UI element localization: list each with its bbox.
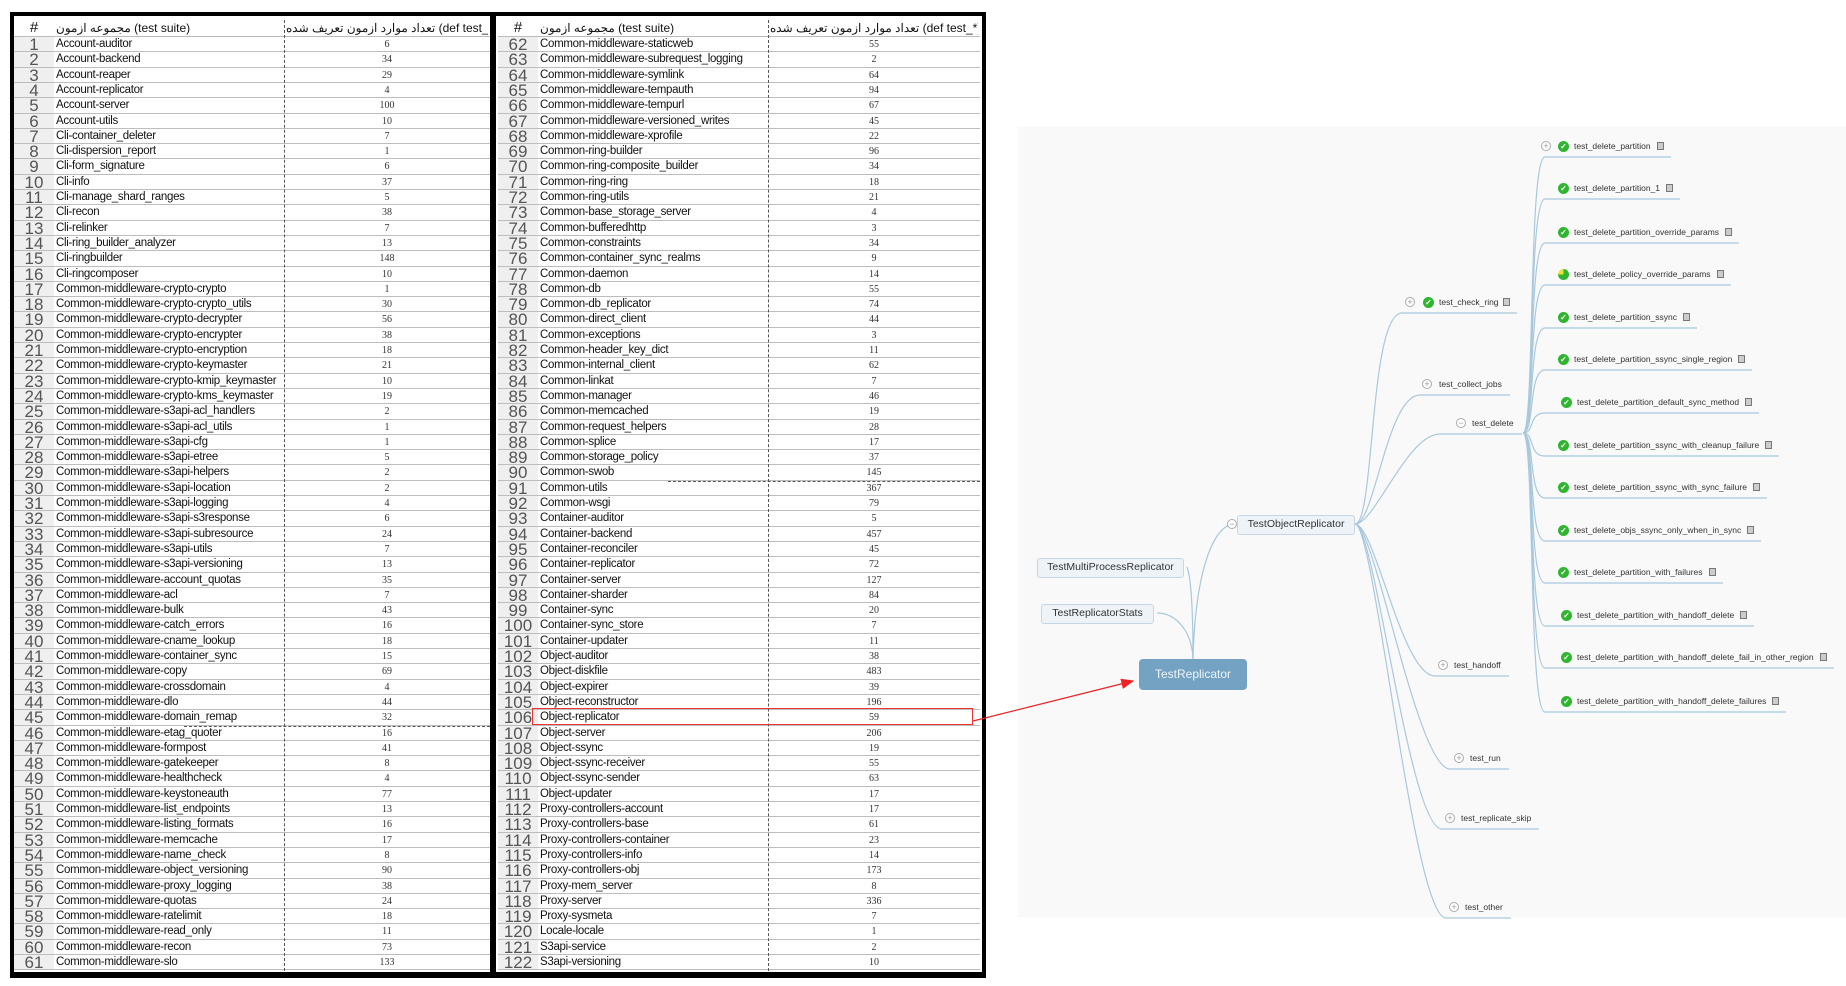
leaf-node[interactable]: test_delete_partition_ssync_single_regio… <box>1574 353 1732 365</box>
leaf-node[interactable]: test_delete_objs_ssync_only_when_in_sync <box>1574 524 1741 536</box>
expand-icon[interactable]: + <box>1454 753 1464 763</box>
edge <box>1186 566 1194 660</box>
edge <box>1354 312 1403 525</box>
check-icon: ✓ <box>1558 312 1569 323</box>
edge <box>1354 394 1421 525</box>
expand-icon[interactable]: + <box>1541 141 1551 151</box>
check-icon: ✓ <box>1558 227 1569 238</box>
leaf-node[interactable]: test_delete_partition <box>1574 140 1651 152</box>
check-icon: ✓ <box>1558 567 1569 578</box>
check-icon: ✓ <box>1558 141 1569 152</box>
child-node-test-run[interactable]: test_run <box>1470 752 1501 764</box>
leaf-node[interactable]: test_delete_policy_override_params <box>1574 268 1711 280</box>
edge <box>1354 523 1436 677</box>
check-icon: ✓ <box>1561 610 1572 621</box>
mindmap-edges <box>972 156 1834 919</box>
note-icon <box>1738 355 1745 363</box>
check-icon <box>1558 269 1569 280</box>
edge <box>1156 612 1194 660</box>
leaf-node[interactable]: test_delete_partition_ssync <box>1574 311 1677 323</box>
note-icon <box>1683 313 1690 321</box>
expand-icon[interactable]: + <box>1422 379 1432 389</box>
child-node-test-other[interactable]: test_other <box>1465 901 1503 913</box>
check-icon: ✓ <box>1561 652 1572 663</box>
annotation-arrow <box>972 678 1135 722</box>
edge <box>1354 523 1447 919</box>
edge <box>1522 327 1546 434</box>
leaf-node[interactable]: test_delete_partition_ssync_with_sync_fa… <box>1574 481 1747 493</box>
check-icon: ✓ <box>1561 696 1572 707</box>
note-icon <box>1772 697 1779 705</box>
note-icon <box>1747 526 1754 534</box>
check-icon: ✓ <box>1558 354 1569 365</box>
check-icon: ✓ <box>1558 440 1569 451</box>
expand-icon[interactable]: + <box>1438 660 1448 670</box>
note-icon <box>1765 441 1772 449</box>
edge <box>1354 523 1443 830</box>
note-icon <box>1717 270 1724 278</box>
expand-icon[interactable]: + <box>1449 902 1459 912</box>
check-icon: ✓ <box>1423 297 1434 308</box>
note-icon <box>1820 653 1827 661</box>
root-node-testreplicator[interactable]: TestReplicator <box>1139 659 1247 690</box>
note-icon <box>1709 568 1716 576</box>
child-node-test-collect-jobs[interactable]: test_collect_jobs <box>1439 378 1502 390</box>
check-icon: ✓ <box>1558 482 1569 493</box>
child-node-test-delete[interactable]: test_delete <box>1472 417 1514 429</box>
note-icon <box>1666 184 1673 192</box>
expand-icon[interactable]: − <box>1456 418 1466 428</box>
note-icon <box>1657 142 1664 150</box>
leaf-node[interactable]: test_delete_partition_1 <box>1574 182 1660 194</box>
check-icon: ✓ <box>1561 397 1572 408</box>
leaf-node[interactable]: test_delete_partition_with_handoff_delet… <box>1577 651 1814 663</box>
note-icon <box>1740 611 1747 619</box>
node-testreplicatorstats[interactable]: TestReplicatorStats <box>1041 604 1154 624</box>
collapse-icon[interactable]: − <box>1227 519 1237 529</box>
edge <box>1192 523 1233 660</box>
child-node-test-check-ring[interactable]: test_check_ring <box>1439 296 1499 308</box>
note-icon <box>1753 483 1760 491</box>
child-node-test-replicate-skip[interactable]: test_replicate_skip <box>1461 812 1531 824</box>
expand-icon[interactable]: + <box>1445 813 1455 823</box>
leaf-node[interactable]: test_delete_partition_override_params <box>1574 226 1719 238</box>
expand-icon[interactable]: + <box>1405 297 1415 307</box>
leaf-node[interactable]: test_delete_partition_default_sync_metho… <box>1577 396 1739 408</box>
node-testmultiprocessreplicator[interactable]: TestMultiProcessReplicator <box>1037 558 1184 578</box>
note-icon <box>1725 228 1732 236</box>
note-icon <box>1503 298 1510 306</box>
leaf-node[interactable]: test_delete_partition_with_handoff_delet… <box>1577 695 1766 707</box>
node-testobjectreplicator[interactable]: TestObjectReplicator <box>1237 515 1355 535</box>
child-node-test-handoff[interactable]: test_handoff <box>1454 659 1501 671</box>
check-icon: ✓ <box>1558 183 1569 194</box>
check-icon: ✓ <box>1558 525 1569 536</box>
leaf-node[interactable]: test_delete_partition_ssync_with_cleanup… <box>1574 439 1759 451</box>
leaf-node[interactable]: test_delete_partition_with_handoff_delet… <box>1577 609 1734 621</box>
note-icon <box>1745 398 1752 406</box>
leaf-node[interactable]: test_delete_partition_with_failures <box>1574 566 1703 578</box>
